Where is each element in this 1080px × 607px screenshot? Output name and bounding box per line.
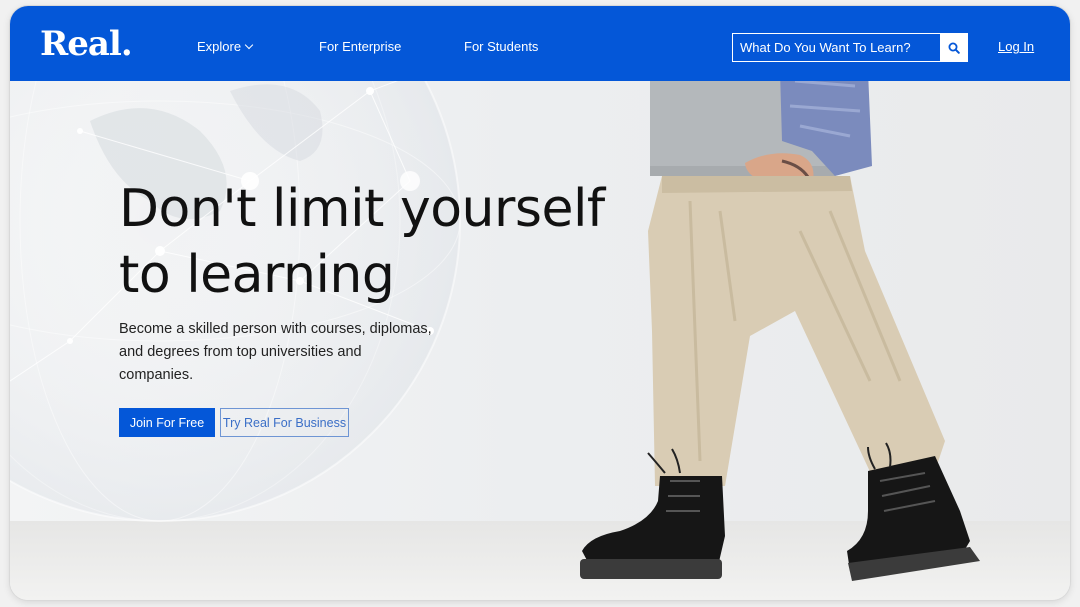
search-icon <box>948 42 960 54</box>
nav-explore-label: Explore <box>197 39 242 54</box>
join-for-free-button[interactable]: Join For Free <box>119 408 215 437</box>
hero-headline-line-1: Don't limit yourself <box>119 179 605 239</box>
hero-section: Don't limit yourself to learning Become … <box>10 81 1070 600</box>
brand-logo[interactable]: Real. <box>40 24 133 64</box>
hero-person-image <box>580 81 980 581</box>
search-box <box>732 33 968 62</box>
top-navbar: Real. Explore For Enterprise For Student… <box>10 6 1070 81</box>
chevron-down-icon <box>244 40 254 50</box>
nav-explore-dropdown[interactable]: Explore <box>197 39 254 54</box>
nav-for-enterprise[interactable]: For Enterprise <box>319 39 401 54</box>
hero-headline-line-2: to learning <box>119 245 395 305</box>
browser-frame: Real. Explore For Enterprise For Student… <box>10 6 1070 600</box>
login-link[interactable]: Log In <box>998 39 1034 54</box>
search-button[interactable] <box>940 34 967 61</box>
try-real-for-business-button[interactable]: Try Real For Business <box>220 408 349 437</box>
nav-for-students[interactable]: For Students <box>464 39 538 54</box>
hero-subtext: Become a skilled person with courses, di… <box>119 321 432 383</box>
search-input[interactable] <box>733 34 940 61</box>
